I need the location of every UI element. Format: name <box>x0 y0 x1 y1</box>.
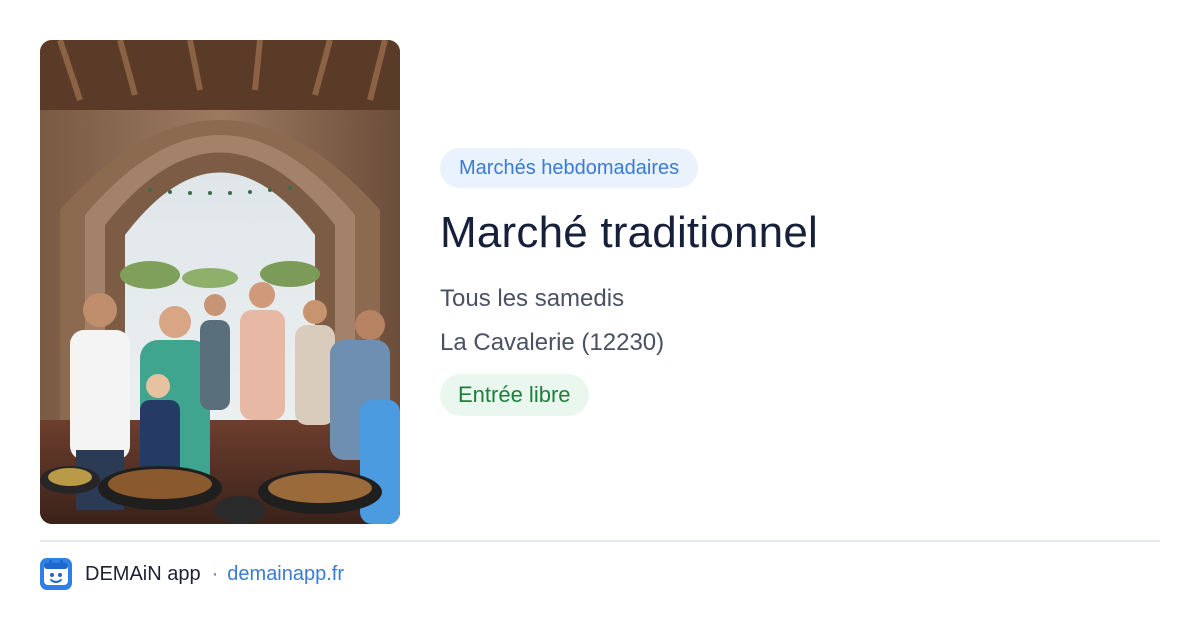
event-schedule: Tous les samedis <box>440 285 625 312</box>
footer: DEMAiN app · demainapp.fr <box>40 557 344 591</box>
category-badge[interactable]: Marchés hebdomadaires <box>440 148 699 188</box>
price-badge: Entrée libre <box>440 374 589 416</box>
footer-divider <box>40 540 1160 542</box>
event-title: Marché traditionnel <box>440 208 818 257</box>
app-name: DEMAiN app <box>85 562 201 585</box>
footer-separator: · <box>211 562 219 585</box>
event-photo <box>40 40 400 524</box>
demain-app-logo-icon[interactable] <box>40 558 72 590</box>
domain-link[interactable]: demainapp.fr <box>227 563 344 586</box>
event-location: La Cavalerie (12230) <box>440 329 665 356</box>
